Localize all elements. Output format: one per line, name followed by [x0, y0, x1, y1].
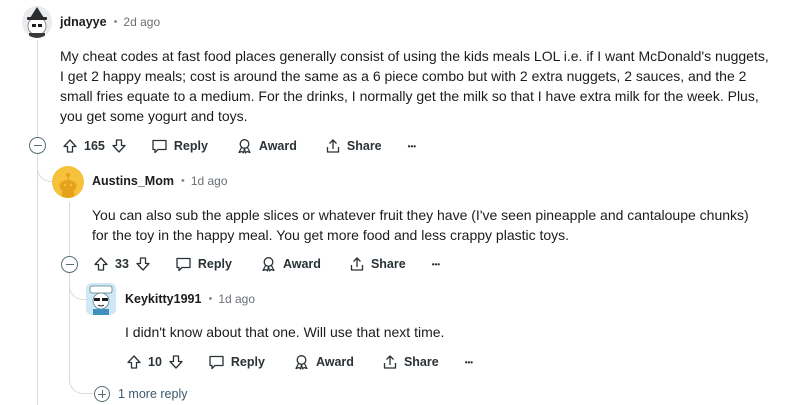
reply-button[interactable]: Reply [175, 256, 232, 272]
award-button[interactable]: Award [293, 354, 354, 370]
downvote-icon [169, 355, 183, 369]
reply-icon [209, 355, 224, 370]
timestamp[interactable]: 1d ago [191, 174, 228, 188]
thread-line-level-1-continued [37, 156, 38, 405]
action-bar-austins-mom: 33 Reply Award Share ••• [93, 250, 440, 278]
comment-meta-jdnayye: jdnayye • 2d ago [60, 15, 160, 29]
expand-icon [94, 386, 110, 402]
share-label: Share [346, 139, 382, 153]
downvote-icon [112, 139, 126, 153]
more-options-button[interactable]: ••• [432, 260, 440, 269]
collapse-icon [65, 263, 74, 266]
separator-dot: • [208, 293, 213, 305]
thread-line-level-1 [37, 40, 38, 138]
comment-body-jdnayye: My cheat codes at fast food places gener… [60, 48, 769, 124]
upvote-button[interactable] [62, 138, 78, 154]
comment-body-keykitty1991: I didn't know about that one. Will use t… [125, 324, 445, 340]
award-label: Award [282, 257, 321, 271]
collapse-icon [33, 144, 42, 147]
avatar-keykitty1991[interactable] [86, 283, 116, 315]
vote-count: 10 [148, 355, 162, 369]
vote-count: 33 [115, 257, 129, 271]
collapse-button[interactable] [29, 137, 46, 154]
author-name[interactable]: Keykitty1991 [125, 292, 201, 306]
share-button[interactable]: Share [382, 354, 439, 370]
comment-meta-keykitty1991: Keykitty1991 • 1d ago [125, 292, 255, 306]
reply-label: Reply [197, 257, 232, 271]
timestamp[interactable]: 1d ago [218, 292, 255, 306]
separator-dot: • [180, 175, 185, 187]
thread-connector-more-replies [69, 380, 93, 394]
reply-button[interactable]: Reply [151, 138, 208, 154]
share-label: Share [370, 257, 406, 271]
avatar-austins-mom[interactable] [52, 166, 84, 198]
reply-button[interactable]: Reply [208, 354, 265, 370]
separator-dot: • [113, 16, 118, 28]
author-name[interactable]: Austins_Mom [92, 174, 174, 188]
upvote-icon [63, 139, 77, 153]
action-bar-jdnayye: 165 Reply Award Share ••• [62, 132, 416, 160]
more-replies-button[interactable]: 1 more reply [94, 386, 187, 402]
downvote-icon [136, 257, 150, 271]
reply-icon [176, 257, 191, 272]
award-icon [295, 355, 308, 370]
award-button[interactable]: Award [236, 138, 297, 154]
share-icon [350, 257, 364, 271]
thread-line-level-2 [69, 202, 70, 256]
action-bar-keykitty1991: 10 Reply Award Share ••• [126, 348, 473, 376]
reply-label: Reply [173, 139, 208, 153]
share-icon [326, 139, 340, 153]
upvote-icon [94, 257, 108, 271]
award-label: Award [258, 139, 297, 153]
award-icon [238, 139, 251, 154]
downvote-button[interactable] [168, 354, 184, 370]
reply-icon [152, 139, 167, 154]
upvote-button[interactable] [93, 256, 109, 272]
comment-meta-austins-mom: Austins_Mom • 1d ago [92, 174, 228, 188]
reply-label: Reply [230, 355, 265, 369]
downvote-button[interactable] [111, 138, 127, 154]
vote-count: 165 [84, 139, 105, 153]
avatar-jdnayye[interactable] [22, 6, 52, 38]
share-button[interactable]: Share [349, 256, 406, 272]
downvote-button[interactable] [135, 256, 151, 272]
more-options-button[interactable]: ••• [465, 358, 473, 367]
author-name[interactable]: jdnayye [60, 15, 107, 29]
award-label: Award [315, 355, 354, 369]
award-button[interactable]: Award [260, 256, 321, 272]
more-replies-label: 1 more reply [118, 387, 188, 401]
timestamp[interactable]: 2d ago [123, 15, 160, 29]
share-icon [383, 355, 397, 369]
upvote-button[interactable] [126, 354, 142, 370]
award-icon [262, 257, 275, 272]
comment-body-austins-mom: You can also sub the apple slices or wha… [92, 207, 749, 243]
collapse-button[interactable] [61, 256, 78, 273]
share-label: Share [403, 355, 439, 369]
more-options-button[interactable]: ••• [408, 142, 416, 151]
share-button[interactable]: Share [325, 138, 382, 154]
upvote-icon [127, 355, 141, 369]
thread-connector-keykitty [69, 270, 87, 300]
